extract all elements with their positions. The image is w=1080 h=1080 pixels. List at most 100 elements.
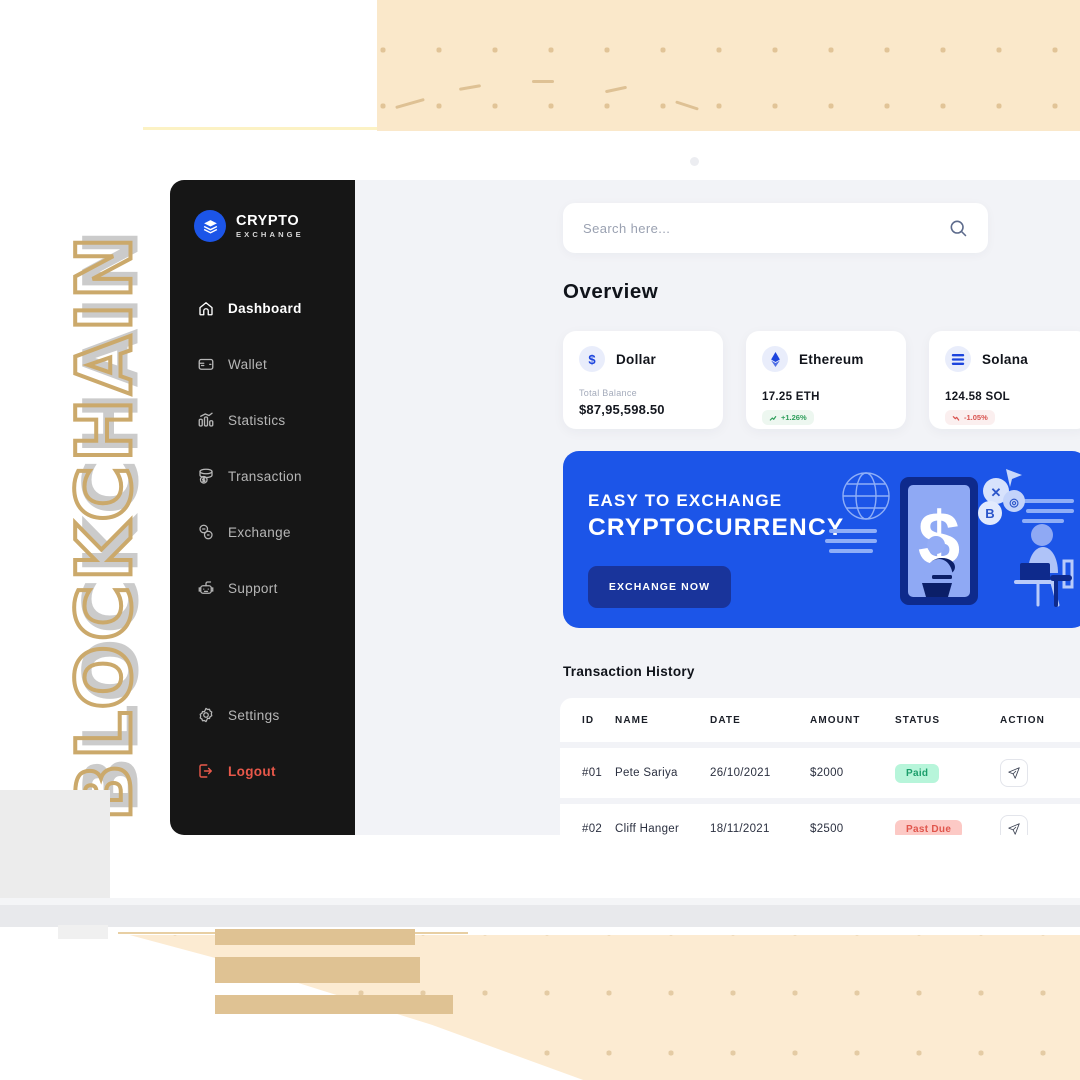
sidebar-nav: Dashboard Wallet Statistics Transaction … <box>170 280 355 616</box>
svg-text:B: B <box>985 506 994 521</box>
column-header-date: DATE <box>710 714 741 726</box>
banner-illustration: $ ✕ ◎ B <box>825 469 1074 607</box>
coin-name: Solana <box>982 351 1029 367</box>
status-badge: Paid <box>895 763 940 783</box>
sidebar-item-exchange[interactable]: Exchange <box>170 504 355 560</box>
total-balance-label: Total Balance <box>579 388 637 398</box>
column-header-status: STATUS <box>895 714 941 726</box>
change-value: +1.26% <box>781 413 807 422</box>
svg-text:◎: ◎ <box>1009 497 1019 509</box>
desk-shadow-small <box>58 925 108 939</box>
overview-cards: $ Dollar Total Balance $87,95,598.50 Eth… <box>563 331 1080 429</box>
column-header-action: ACTION <box>1000 714 1045 726</box>
tan-chip <box>318 960 418 980</box>
search-icon[interactable] <box>948 218 968 238</box>
coin-amount: 17.25 ETH <box>762 391 820 403</box>
wallet-icon <box>198 358 214 370</box>
cell-date: 18/11/2021 <box>710 823 770 835</box>
coin-name: Dollar <box>616 351 657 367</box>
status-badge: Past Due <box>895 819 963 835</box>
table-row[interactable]: #02 Cliff Hanger 18/11/2021 $2500 Past D… <box>560 804 1080 835</box>
bottom-decorative-panel <box>129 935 1080 1080</box>
cell-amount: $2500 <box>810 823 844 835</box>
sidebar-item-label: Exchange <box>228 524 291 540</box>
promo-banner: EASY TO EXCHANGE CRYPTOCURRENCY EXCHANGE… <box>563 451 1080 628</box>
balance-card-ethereum[interactable]: Ethereum 17.25 ETH +1.26% <box>746 331 906 429</box>
cell-name: Cliff Hanger <box>615 823 680 835</box>
tick-mark <box>532 80 554 83</box>
search-input[interactable] <box>583 220 948 236</box>
webcam-dot <box>690 157 699 166</box>
sidebar-item-statistics[interactable]: Statistics <box>170 392 355 448</box>
cell-name: Pete Sariya <box>615 767 678 779</box>
cell-amount: $2000 <box>810 767 844 779</box>
ethereum-icon <box>762 346 788 372</box>
cell-id: #01 <box>582 767 603 779</box>
logout-icon <box>199 764 212 778</box>
crypto-stack-logo-icon <box>194 210 226 242</box>
change-value: -1.05% <box>964 413 988 422</box>
sidebar: CRYPTO EXCHANGE Dashboard Wallet Statist… <box>170 180 355 835</box>
trend-down-icon <box>952 415 960 421</box>
desk-shadow-left <box>0 790 110 908</box>
sidebar-item-wallet[interactable]: Wallet <box>170 336 355 392</box>
sidebar-item-transaction[interactable]: Transaction <box>170 448 355 504</box>
brand-name: CRYPTO <box>236 213 300 230</box>
exchange-now-button[interactable]: EXCHANGE NOW <box>588 566 731 608</box>
dashboard-window: CRYPTO EXCHANGE Dashboard Wallet Statist… <box>170 180 1080 835</box>
support-bot-icon <box>198 581 214 594</box>
column-header-amount: AMOUNT <box>810 714 861 726</box>
svg-text:✕: ✕ <box>991 485 1002 500</box>
sidebar-item-label: Dashboard <box>228 300 302 316</box>
search-bar[interactable] <box>563 203 988 253</box>
change-badge-up: +1.26% <box>762 410 814 425</box>
main-content: Overview $ Dollar Total Balance $87,95,5… <box>355 180 1080 835</box>
balance-card-solana[interactable]: Solana 124.58 SOL -1.05% <box>929 331 1080 429</box>
sidebar-item-label: Wallet <box>228 356 268 372</box>
sidebar-item-settings[interactable]: Settings <box>170 687 355 743</box>
sidebar-bottom-nav: Settings Logout <box>170 687 355 799</box>
transaction-table: ID NAME DATE AMOUNT STATUS ACTION #01 Pe… <box>560 698 1080 835</box>
tan-chip <box>215 995 453 1014</box>
table-header-row: ID NAME DATE AMOUNT STATUS ACTION <box>560 698 1080 742</box>
dot-grid-pattern <box>129 935 1080 1080</box>
banner-headline-small: EASY TO EXCHANGE <box>588 491 783 510</box>
page-title: Overview <box>563 280 659 303</box>
tan-chip <box>215 929 415 945</box>
coin-amount: 124.58 SOL <box>945 391 1011 403</box>
sidebar-item-label: Support <box>228 580 278 596</box>
dot-grid-pattern <box>377 0 1080 131</box>
sidebar-item-logout[interactable]: Logout <box>170 743 355 799</box>
sidebar-item-label: Transaction <box>228 468 302 484</box>
blockchain-wordmark: BLOCKCHAIN <box>58 230 151 824</box>
cell-date: 26/10/2021 <box>710 767 771 779</box>
balance-card-dollar[interactable]: $ Dollar Total Balance $87,95,598.50 <box>563 331 723 429</box>
column-header-name: NAME <box>615 714 649 726</box>
brand-subtitle: EXCHANGE <box>236 229 304 239</box>
sidebar-item-support[interactable]: Support <box>170 560 355 616</box>
cell-id: #02 <box>582 823 603 835</box>
coin-name: Ethereum <box>799 351 864 367</box>
sidebar-item-dashboard[interactable]: Dashboard <box>170 280 355 336</box>
banner-headline-large: CRYPTOCURRENCY <box>588 514 845 541</box>
accent-line <box>143 127 377 130</box>
sidebar-item-label: Logout <box>228 763 276 779</box>
laptop-base <box>0 905 1080 927</box>
change-badge-down: -1.05% <box>945 410 995 425</box>
transaction-history-title: Transaction History <box>563 664 695 679</box>
coins-icon <box>199 468 213 484</box>
total-balance-value: $87,95,598.50 <box>579 402 665 417</box>
brand-logo-block: CRYPTO EXCHANGE <box>170 180 355 242</box>
send-icon[interactable] <box>1000 815 1028 835</box>
sidebar-item-label: Statistics <box>228 412 286 428</box>
top-decorative-panel <box>377 0 1080 131</box>
trend-up-icon <box>769 415 777 421</box>
gear-icon <box>199 707 213 723</box>
solana-icon <box>945 346 971 372</box>
send-icon[interactable] <box>1000 759 1028 787</box>
exchange-icon <box>199 524 213 540</box>
home-icon <box>199 302 213 316</box>
sidebar-item-label: Settings <box>228 707 280 723</box>
column-header-id: ID <box>582 714 595 726</box>
table-row[interactable]: #01 Pete Sariya 26/10/2021 $2000 Paid <box>560 748 1080 798</box>
